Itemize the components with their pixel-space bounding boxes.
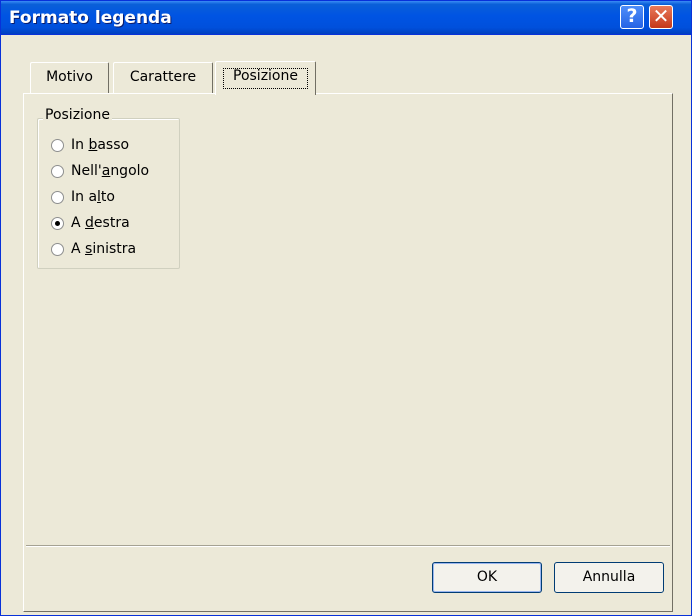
radio-button-icon[interactable]	[51, 138, 64, 152]
cancel-button[interactable]: Annulla	[554, 562, 664, 593]
tab-carattere[interactable]: Carattere	[113, 62, 213, 93]
tab-posizione-label: Posizione	[233, 68, 298, 84]
radio-label: A destra	[71, 215, 130, 231]
position-group-label: Posizione	[43, 107, 112, 123]
window-title: Formato legenda	[9, 8, 172, 28]
radio-label: In alto	[71, 189, 115, 205]
radio-in-basso[interactable]: In basso	[51, 134, 129, 156]
tab-posizione[interactable]: Posizione	[215, 61, 316, 95]
button-divider	[26, 545, 670, 547]
radio-button-icon[interactable]	[51, 242, 64, 256]
help-button[interactable]: ?	[620, 5, 644, 29]
radio-nell-angolo[interactable]: Nell'angolo	[51, 160, 149, 182]
ok-button[interactable]: OK	[432, 562, 542, 593]
close-button[interactable]: ✕	[649, 5, 673, 29]
radio-button-icon[interactable]	[51, 164, 64, 178]
radio-a-sinistra[interactable]: A sinistra	[51, 238, 136, 260]
radio-in-alto[interactable]: In alto	[51, 186, 115, 208]
radio-label: A sinistra	[71, 241, 137, 257]
radio-button-icon[interactable]	[51, 190, 64, 204]
tab-motivo[interactable]: Motivo	[30, 62, 109, 93]
radio-label: In basso	[71, 137, 130, 153]
title-bar[interactable]: Formato legenda ? ✕	[1, 1, 691, 35]
dialog-window: Formato legenda ? ✕ Motivo Carattere Pos…	[0, 0, 692, 616]
radio-button-icon[interactable]	[51, 216, 64, 230]
radio-a-destra[interactable]: A destra	[51, 212, 130, 234]
radio-label: Nell'angolo	[71, 163, 150, 179]
